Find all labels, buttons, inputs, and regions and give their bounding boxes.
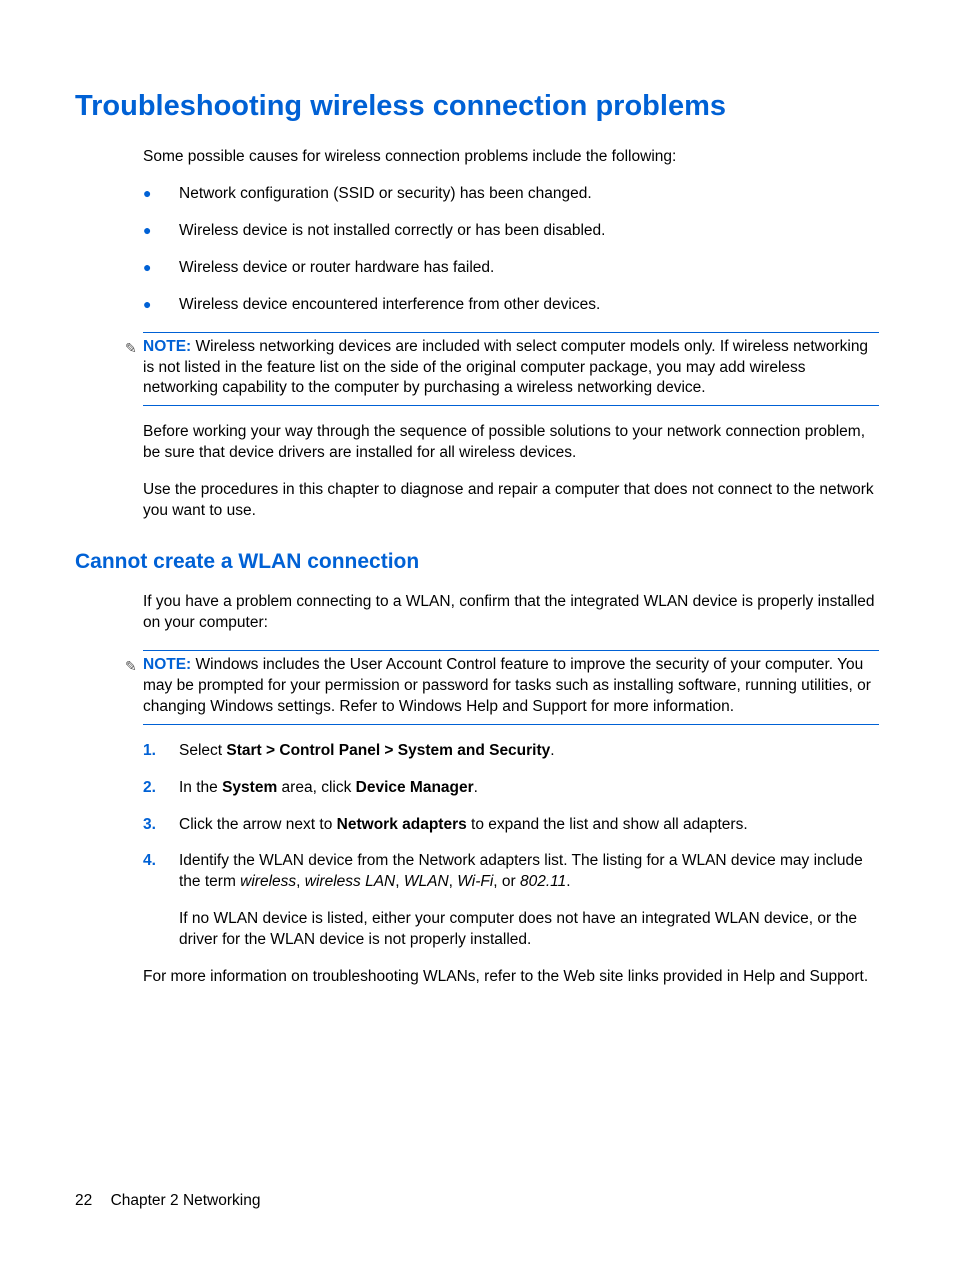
bullet-icon: ● [143, 184, 179, 204]
note-icon: ✎ [125, 657, 143, 677]
body-paragraph: If you have a problem connecting to a WL… [143, 592, 879, 634]
list-item-text: Wireless device encountered interference… [179, 295, 600, 316]
note-text: NOTE: Wireless networking devices are in… [143, 337, 879, 400]
body-paragraph: For more information on troubleshooting … [143, 967, 879, 988]
note-box: ✎ NOTE: Windows includes the User Accoun… [125, 650, 879, 725]
intro-paragraph: Some possible causes for wireless connec… [143, 147, 879, 168]
list-item-text: Network configuration (SSID or security)… [179, 184, 592, 205]
step-body: Select Start > Control Panel > System an… [179, 741, 879, 762]
note-box: ✎ NOTE: Wireless networking devices are … [125, 332, 879, 407]
step-extra: If no WLAN device is listed, either your… [179, 909, 879, 951]
page-number: 22 [75, 1192, 92, 1209]
list-item: ●Wireless device encountered interferenc… [143, 295, 879, 316]
note-label: NOTE: [143, 656, 191, 673]
bullet-icon: ● [143, 258, 179, 278]
note-body: Wireless networking devices are included… [143, 338, 868, 397]
step-item: 2. In the System area, click Device Mana… [143, 778, 879, 799]
step-number: 4. [143, 851, 179, 872]
step-item: 3. Click the arrow next to Network adapt… [143, 815, 879, 836]
note-rule-bottom [143, 724, 879, 725]
list-item: ●Wireless device or router hardware has … [143, 258, 879, 279]
step-body: Identify the WLAN device from the Networ… [179, 851, 879, 951]
list-item-text: Wireless device or router hardware has f… [179, 258, 494, 279]
list-item: ●Wireless device is not installed correc… [143, 221, 879, 242]
note-body: Windows includes the User Account Contro… [143, 656, 871, 715]
page-title: Troubleshooting wireless connection prob… [75, 90, 879, 123]
section-heading: Cannot create a WLAN connection [75, 550, 879, 574]
step-item: 4. Identify the WLAN device from the Net… [143, 851, 879, 951]
note-text: NOTE: Windows includes the User Account … [143, 655, 879, 718]
list-item-text: Wireless device is not installed correct… [179, 221, 605, 242]
step-number: 3. [143, 815, 179, 836]
step-body: In the System area, click Device Manager… [179, 778, 879, 799]
bullet-icon: ● [143, 295, 179, 315]
step-number: 2. [143, 778, 179, 799]
bullet-icon: ● [143, 221, 179, 241]
step-number: 1. [143, 741, 179, 762]
note-rule-bottom [143, 405, 879, 406]
step-item: 1. Select Start > Control Panel > System… [143, 741, 879, 762]
list-item: ●Network configuration (SSID or security… [143, 184, 879, 205]
note-icon: ✎ [125, 339, 143, 359]
chapter-label: Chapter 2 Networking [111, 1192, 261, 1209]
note-label: NOTE: [143, 338, 191, 355]
step-body: Click the arrow next to Network adapters… [179, 815, 879, 836]
body-paragraph: Use the procedures in this chapter to di… [143, 480, 879, 522]
body-paragraph: Before working your way through the sequ… [143, 422, 879, 464]
steps-list: 1. Select Start > Control Panel > System… [143, 741, 879, 951]
page-footer: 22 Chapter 2 Networking [75, 1192, 260, 1210]
causes-list: ●Network configuration (SSID or security… [143, 184, 879, 316]
